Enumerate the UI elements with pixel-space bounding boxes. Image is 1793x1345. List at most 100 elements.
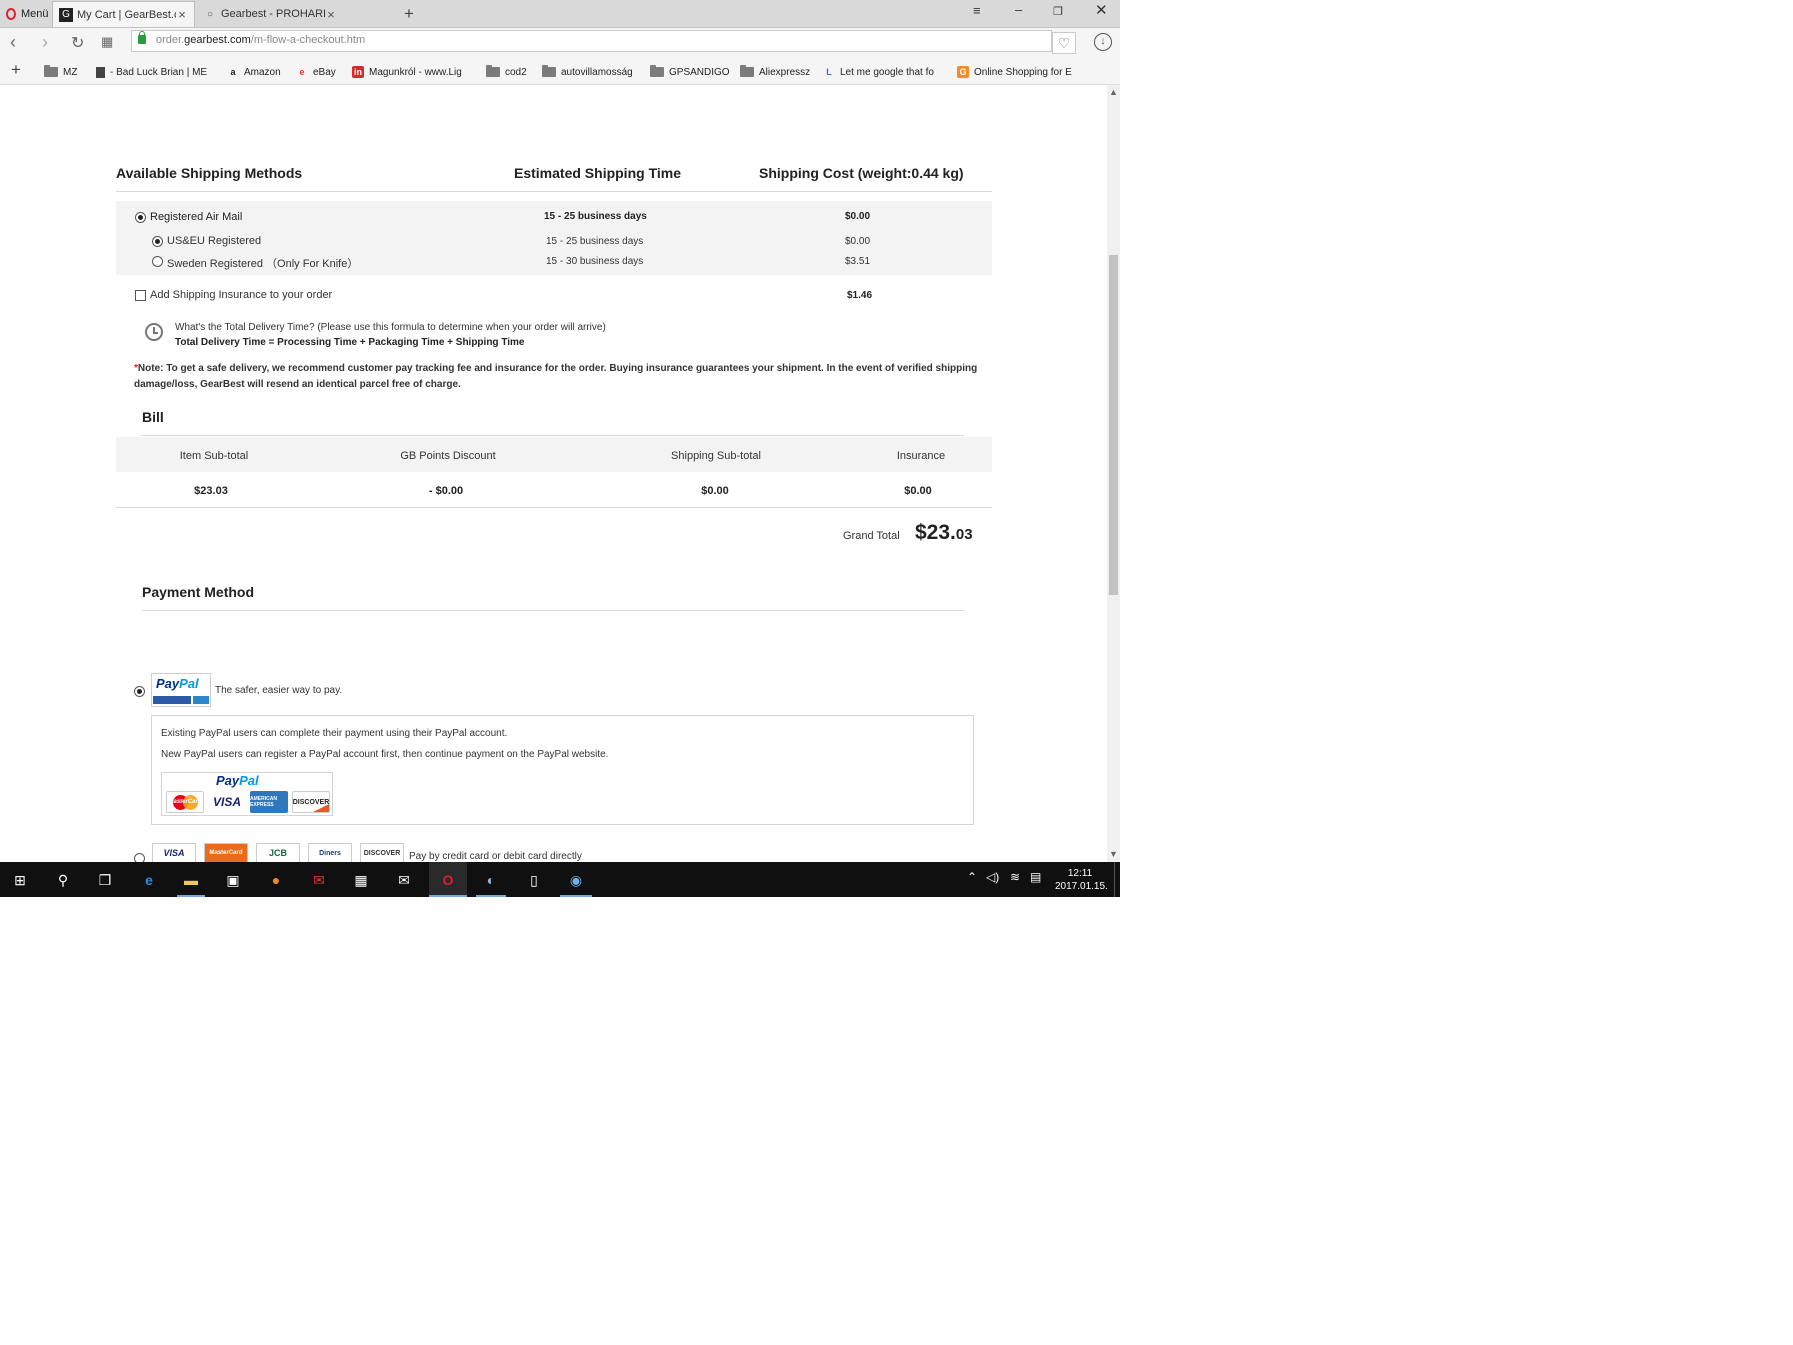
- insurance-label: Add Shipping Insurance to your order: [150, 289, 333, 301]
- calculator-icon[interactable]: ▦: [351, 870, 371, 890]
- volume-icon[interactable]: ◁): [986, 870, 999, 884]
- gearbest-icon: G: [957, 66, 969, 78]
- edge-icon[interactable]: e: [139, 870, 159, 890]
- close-tab-icon[interactable]: ×: [325, 7, 337, 22]
- bookmarks-bar: + MZ - Bad Luck Brian | ME a Amazon e eBay…: [0, 58, 1120, 85]
- opera-logo-icon: [6, 7, 16, 20]
- store-icon[interactable]: ▣: [223, 870, 243, 890]
- visa-icon: VISA: [212, 795, 241, 809]
- page-scrollbar[interactable]: ▲ ▼: [1107, 85, 1120, 862]
- insurance-checkbox[interactable]: [135, 290, 146, 301]
- bookmark-item[interactable]: e eBay: [296, 65, 346, 79]
- bill-heading: Bill: [142, 409, 164, 425]
- lmgtfy-icon: L: [826, 67, 832, 77]
- registered-air-mail-radio[interactable]: [135, 212, 146, 223]
- paint-app-icon[interactable]: ◐: [481, 870, 501, 890]
- opera-taskbar-icon[interactable]: O: [438, 870, 458, 890]
- tab-bar: Menü G My Cart | GearBest.com × ○ Gearbe…: [0, 0, 1120, 28]
- scrollbar-thumb[interactable]: [1109, 255, 1118, 595]
- amazon-icon: a: [230, 67, 236, 77]
- payment-method-heading: Payment Method: [142, 584, 255, 600]
- tab-my-cart[interactable]: G My Cart | GearBest.com ×: [52, 1, 195, 27]
- opera-menu-button[interactable]: Menü: [6, 5, 49, 22]
- steam-icon[interactable]: ◉: [566, 870, 586, 890]
- windows-start-icon[interactable]: ⊞: [10, 870, 30, 890]
- shipping-method-time: 15 - 25 business days: [544, 211, 647, 222]
- folder-icon: [740, 65, 754, 77]
- address-bar[interactable]: order.gearbest.com/m-flow-a-checkout.htm: [131, 30, 1052, 52]
- bill-column-header: Item Sub-total: [179, 450, 249, 462]
- divider: [116, 507, 992, 508]
- search-icon[interactable]: ⚲: [53, 870, 73, 890]
- windows-taskbar: ⊞ ⚲ ❐ e ▬ ▣ ● ✉ ▦ ✉ O ◐ ▯ ◉ ⌃ ◁) ≋ ▤ 12:…: [0, 862, 1120, 897]
- diners-club-icon: Diners: [308, 843, 352, 862]
- minimize-icon[interactable]: –: [1015, 2, 1022, 17]
- shipping-option-name: Sweden Registered （Only For Knife）: [167, 258, 359, 270]
- clock-time: 12:11: [1067, 868, 1093, 879]
- mastercard-icon: MasterCard: [166, 791, 204, 813]
- show-desktop-button[interactable]: [1114, 862, 1115, 897]
- bill-column-header: Insurance: [896, 450, 946, 462]
- bill-column-header: GB Points Discount: [400, 450, 496, 462]
- shipping-cost-heading: Shipping Cost (weight:0.44 kg): [759, 165, 964, 181]
- network-icon[interactable]: ≋: [1010, 870, 1020, 884]
- paypal-tagline: The safer, easier way to pay.: [215, 685, 343, 696]
- document-icon: [96, 66, 105, 78]
- file-explorer-icon[interactable]: ▬: [181, 870, 201, 890]
- task-view-icon[interactable]: ❐: [95, 870, 115, 890]
- restore-icon[interactable]: ❐: [1053, 5, 1063, 18]
- paypal-info-line-2: New PayPal users can register a PayPal a…: [161, 749, 609, 760]
- speed-dial-icon[interactable]: ▦: [101, 34, 113, 50]
- folder-icon: [542, 65, 556, 77]
- download-icon[interactable]: ↓: [1094, 33, 1112, 51]
- bookmark-item[interactable]: a Amazon: [227, 65, 289, 79]
- item-subtotal-value: $23.03: [194, 485, 228, 497]
- shipping-option-time: 15 - 25 business days: [546, 236, 644, 247]
- discover-icon: DISCOVER: [360, 843, 404, 862]
- grand-total-amount: $23.03: [915, 521, 973, 544]
- navigation-bar: ‹ › ↻ ▦ order.gearbest.com/m-flow-a-chec…: [0, 28, 1120, 58]
- paypal-info-box: Existing PayPal users can complete their…: [151, 715, 974, 825]
- chat-bubble-icon: ○: [206, 8, 214, 20]
- paypal-radio[interactable]: [134, 686, 145, 697]
- bookmark-heart-icon[interactable]: ♡: [1052, 32, 1076, 54]
- insurance-cost: $1.46: [847, 290, 873, 301]
- close-tab-icon[interactable]: ×: [176, 7, 188, 22]
- sweden-registered-radio[interactable]: [152, 256, 163, 267]
- forward-icon[interactable]: ›: [42, 32, 48, 53]
- tray-expand-icon[interactable]: ⌃: [967, 870, 977, 884]
- reload-icon[interactable]: ↻: [71, 33, 84, 53]
- tab-prohardver[interactable]: ○ Gearbest - PROHARDVER! ×: [197, 1, 343, 27]
- taskbar-clock[interactable]: 12:11 2017.01.15.: [1055, 867, 1108, 893]
- secure-lock-icon: [138, 31, 146, 44]
- bookmark-item[interactable]: G Online Shopping for E: [957, 65, 1079, 79]
- bookmark-item[interactable]: autovillamosság: [542, 65, 638, 79]
- scroll-down-icon[interactable]: ▼: [1109, 849, 1118, 859]
- bookmark-item[interactable]: GPSANDIGO: [650, 65, 730, 79]
- scroll-up-icon[interactable]: ▲: [1109, 87, 1118, 97]
- us-eu-registered-radio[interactable]: [152, 236, 163, 247]
- envelope-app-icon[interactable]: ✉: [394, 870, 414, 890]
- tab-menu-icon[interactable]: ≡: [973, 3, 981, 18]
- mail-icon[interactable]: ✉: [309, 870, 329, 890]
- bookmark-item[interactable]: cod2: [486, 65, 531, 79]
- new-tab-icon[interactable]: +: [404, 4, 414, 24]
- back-icon[interactable]: ‹: [10, 32, 16, 53]
- bookmark-item[interactable]: MZ: [44, 65, 82, 79]
- shipping-method-name: Registered Air Mail: [150, 211, 243, 223]
- credit-card-radio[interactable]: [134, 853, 145, 862]
- firefox-icon[interactable]: ●: [266, 870, 286, 890]
- delivery-time-question: What's the Total Delivery Time? (Please …: [175, 322, 606, 333]
- divider: [142, 610, 964, 611]
- paypal-logo: PayPal: [151, 673, 211, 707]
- bookmark-item[interactable]: - Bad Luck Brian | ME: [96, 65, 211, 79]
- document-app-icon[interactable]: ▯: [524, 870, 544, 890]
- bookmark-item[interactable]: in Magunkról - www.Lig: [352, 65, 472, 79]
- tab-title: Gearbest - PROHARDVER!: [221, 8, 325, 20]
- url-text: order.gearbest.com/m-flow-a-checkout.htm: [156, 34, 366, 46]
- add-bookmark-icon[interactable]: +: [11, 60, 21, 80]
- action-center-icon[interactable]: ▤: [1030, 870, 1041, 884]
- bookmark-item[interactable]: L Let me google that fo: [823, 65, 943, 79]
- bookmark-item[interactable]: Aliexpressz: [740, 65, 812, 79]
- close-window-icon[interactable]: ✕: [1095, 1, 1108, 19]
